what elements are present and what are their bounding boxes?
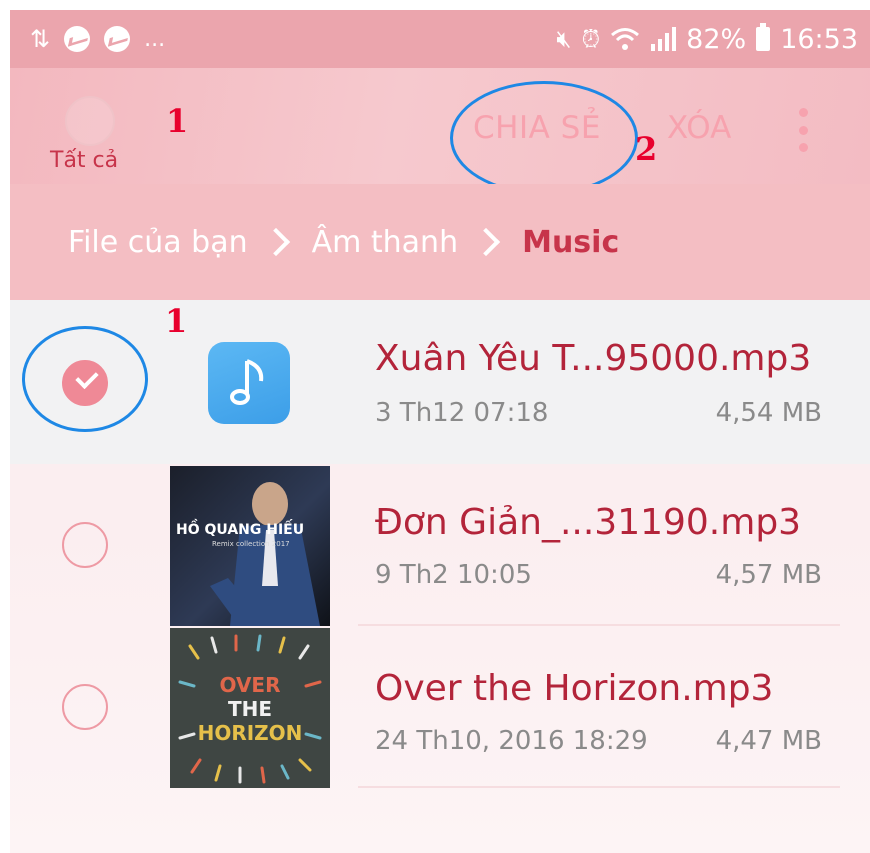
list-item[interactable]: 1 Xuân Yêu T...95000.mp3 3 Th12 07:18 4,… [10,300,870,464]
battery-percent: 82% [686,23,747,55]
more-notifications-icon: ... [144,26,166,52]
clock: 16:53 [780,23,858,55]
row-checkbox[interactable] [62,684,108,730]
annotation-step-2: 2 [635,130,658,168]
alarm-icon: ⏰︎ [581,25,601,53]
file-name: Xuân Yêu T...95000.mp3 [375,338,812,379]
select-all-checkbox[interactable] [65,96,115,146]
status-left: ⇅ ... [30,26,165,52]
album-title-line-3: HORIZON [197,721,303,745]
breadcrumb: File của bạn Âm thanh Music [10,184,870,300]
album-title-line-1: OVER [219,673,281,697]
album-subtitle-text: Remix collection 2017 [212,540,290,548]
breadcrumb-item-audio[interactable]: Âm thanh [312,225,458,260]
file-date: 3 Th12 07:18 [375,398,549,428]
list-item[interactable]: HỒ QUANG HIẾU Remix collection 2017 Đơn … [10,464,870,626]
file-size: 4,47 MB [715,726,822,756]
annotation-circle-share [450,81,638,195]
signal-icon [651,27,677,51]
file-name: Đơn Giản_...31190.mp3 [375,502,802,543]
battery-icon [756,23,771,51]
annotation-circle-checkbox [22,326,148,432]
row-checkbox[interactable] [62,522,108,568]
file-date: 24 Th10, 2016 18:29 [375,726,648,756]
status-bar: ⇅ ... 🔇︎ ⏰︎ 82% 16:53 [10,10,870,68]
file-list: 1 Xuân Yêu T...95000.mp3 3 Th12 07:18 4,… [10,300,870,788]
screen: ⇅ ... 🔇︎ ⏰︎ 82% 16:53 Tất cả 1 CHIA SẺ 2… [10,10,870,853]
data-transfer-icon: ⇅ [30,25,51,53]
delete-button[interactable]: XÓA [667,110,731,146]
wifi-icon [611,28,640,50]
messenger-icon [104,26,131,52]
chevron-right-icon [261,227,290,257]
select-all-label: Tất cả [50,148,119,173]
selection-action-bar: Tất cả 1 CHIA SẺ 2 XÓA [10,68,870,195]
annotation-step-1-top: 1 [166,102,189,140]
file-name: Over the Horizon.mp3 [375,668,774,709]
row-divider [358,786,840,788]
album-cover-thumbnail: OVER THE HORIZON [170,628,330,788]
list-item[interactable]: OVER THE HORIZON Over the Horizon.mp3 24… [10,626,870,788]
file-size: 4,54 MB [715,398,822,428]
music-note-icon [208,342,290,424]
album-cover-thumbnail: HỒ QUANG HIẾU Remix collection 2017 [170,466,330,626]
album-artist-text: HỒ QUANG HIẾU [176,522,305,538]
chevron-right-icon [471,227,501,257]
status-right: 🔇︎ ⏰︎ 82% 16:53 [556,23,858,55]
more-options-icon[interactable] [796,108,810,152]
messenger-icon [64,26,91,52]
mute-icon: 🔇︎ [556,25,572,53]
annotation-step-1-list: 1 [165,302,188,340]
breadcrumb-item-my-files[interactable]: File của bạn [68,225,248,260]
album-title-line-2: THE [227,697,273,721]
file-size: 4,57 MB [715,560,822,590]
file-date: 9 Th2 10:05 [375,560,532,590]
breadcrumb-item-music: Music [522,224,620,260]
